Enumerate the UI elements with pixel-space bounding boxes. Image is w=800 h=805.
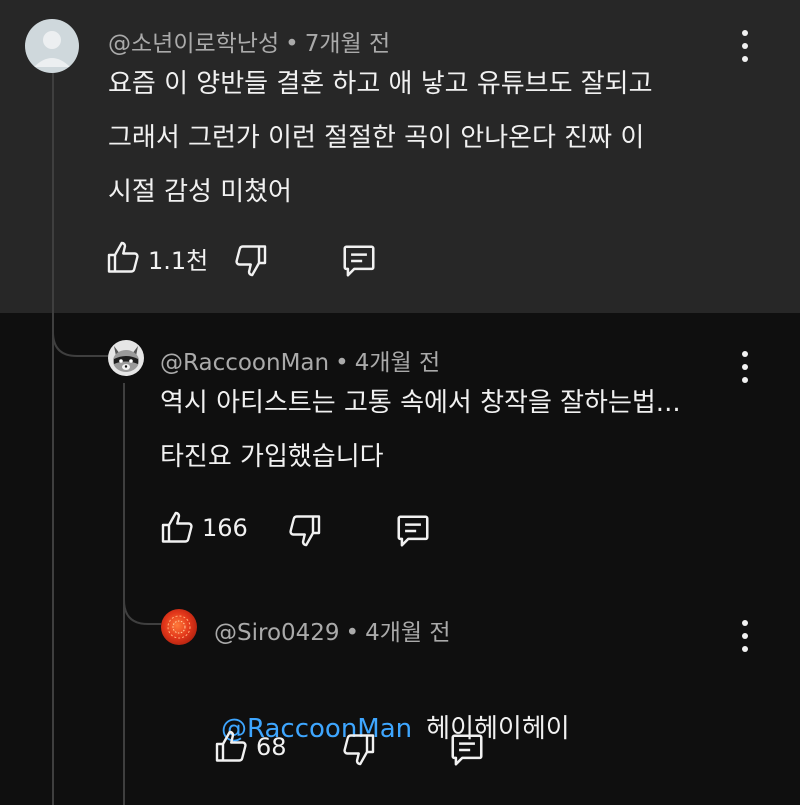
- comment-timestamp[interactable]: 4개월 전: [365, 620, 450, 646]
- dislike-button[interactable]: [232, 242, 268, 278]
- comment-meta: @Siro0429 • 4개월 전: [214, 613, 451, 647]
- reply-icon: [451, 734, 483, 766]
- thumbs-up-icon: [161, 511, 193, 543]
- like-count: 68: [256, 733, 287, 761]
- raccoon-avatar[interactable]: [108, 340, 144, 376]
- thread-line: [52, 70, 54, 805]
- more-vert-icon[interactable]: [740, 620, 750, 652]
- comment-text: 역시 아티스트는 고통 속에서 창작을 잘하는법... 타진요 가입했습니다: [160, 388, 681, 472]
- like-count: 1.1천: [148, 246, 209, 275]
- like-button[interactable]: 68: [214, 729, 287, 765]
- thumbs-down-icon: [289, 515, 321, 547]
- meta-separator: •: [345, 620, 360, 646]
- comment-meta: @소년이로학난성 • 7개월 전: [108, 24, 390, 58]
- author-handle[interactable]: @소년이로학난성: [108, 31, 279, 57]
- meta-separator: •: [335, 350, 349, 376]
- comment-meta: @RaccoonMan • 4개월 전: [160, 343, 440, 377]
- more-vert-icon[interactable]: [740, 30, 750, 62]
- author-handle[interactable]: @Siro0429: [214, 620, 340, 646]
- meta-separator: •: [285, 31, 299, 57]
- thumbs-up-icon: [107, 241, 139, 273]
- thread-connector: [123, 580, 161, 625]
- like-count: 166: [202, 514, 248, 542]
- comment-timestamp[interactable]: 4개월 전: [355, 350, 440, 376]
- reply-icon: [343, 245, 375, 277]
- thread-connector: [52, 310, 110, 357]
- like-button[interactable]: 1.1천: [106, 240, 208, 276]
- more-vert-icon[interactable]: [740, 351, 750, 383]
- thumbs-down-icon: [235, 245, 267, 277]
- reply-icon: [397, 515, 429, 547]
- thumbs-down-icon: [343, 734, 375, 766]
- like-button[interactable]: 166: [160, 510, 248, 546]
- red-avatar[interactable]: [161, 609, 197, 645]
- default-avatar-icon[interactable]: [25, 19, 79, 73]
- thumbs-up-icon: [215, 730, 247, 762]
- dislike-button[interactable]: [340, 731, 376, 767]
- reply-button[interactable]: [394, 512, 432, 550]
- dislike-button[interactable]: [286, 512, 322, 548]
- comment-text: 요즘 이 양반들 결혼 하고 애 낳고 유튜브도 잘되고 그래서 그런가 이런 …: [108, 69, 653, 207]
- author-handle[interactable]: @RaccoonMan: [160, 350, 329, 376]
- comment-timestamp[interactable]: 7개월 전: [305, 31, 390, 57]
- reply-button[interactable]: [340, 242, 378, 280]
- reply-button[interactable]: [448, 731, 486, 769]
